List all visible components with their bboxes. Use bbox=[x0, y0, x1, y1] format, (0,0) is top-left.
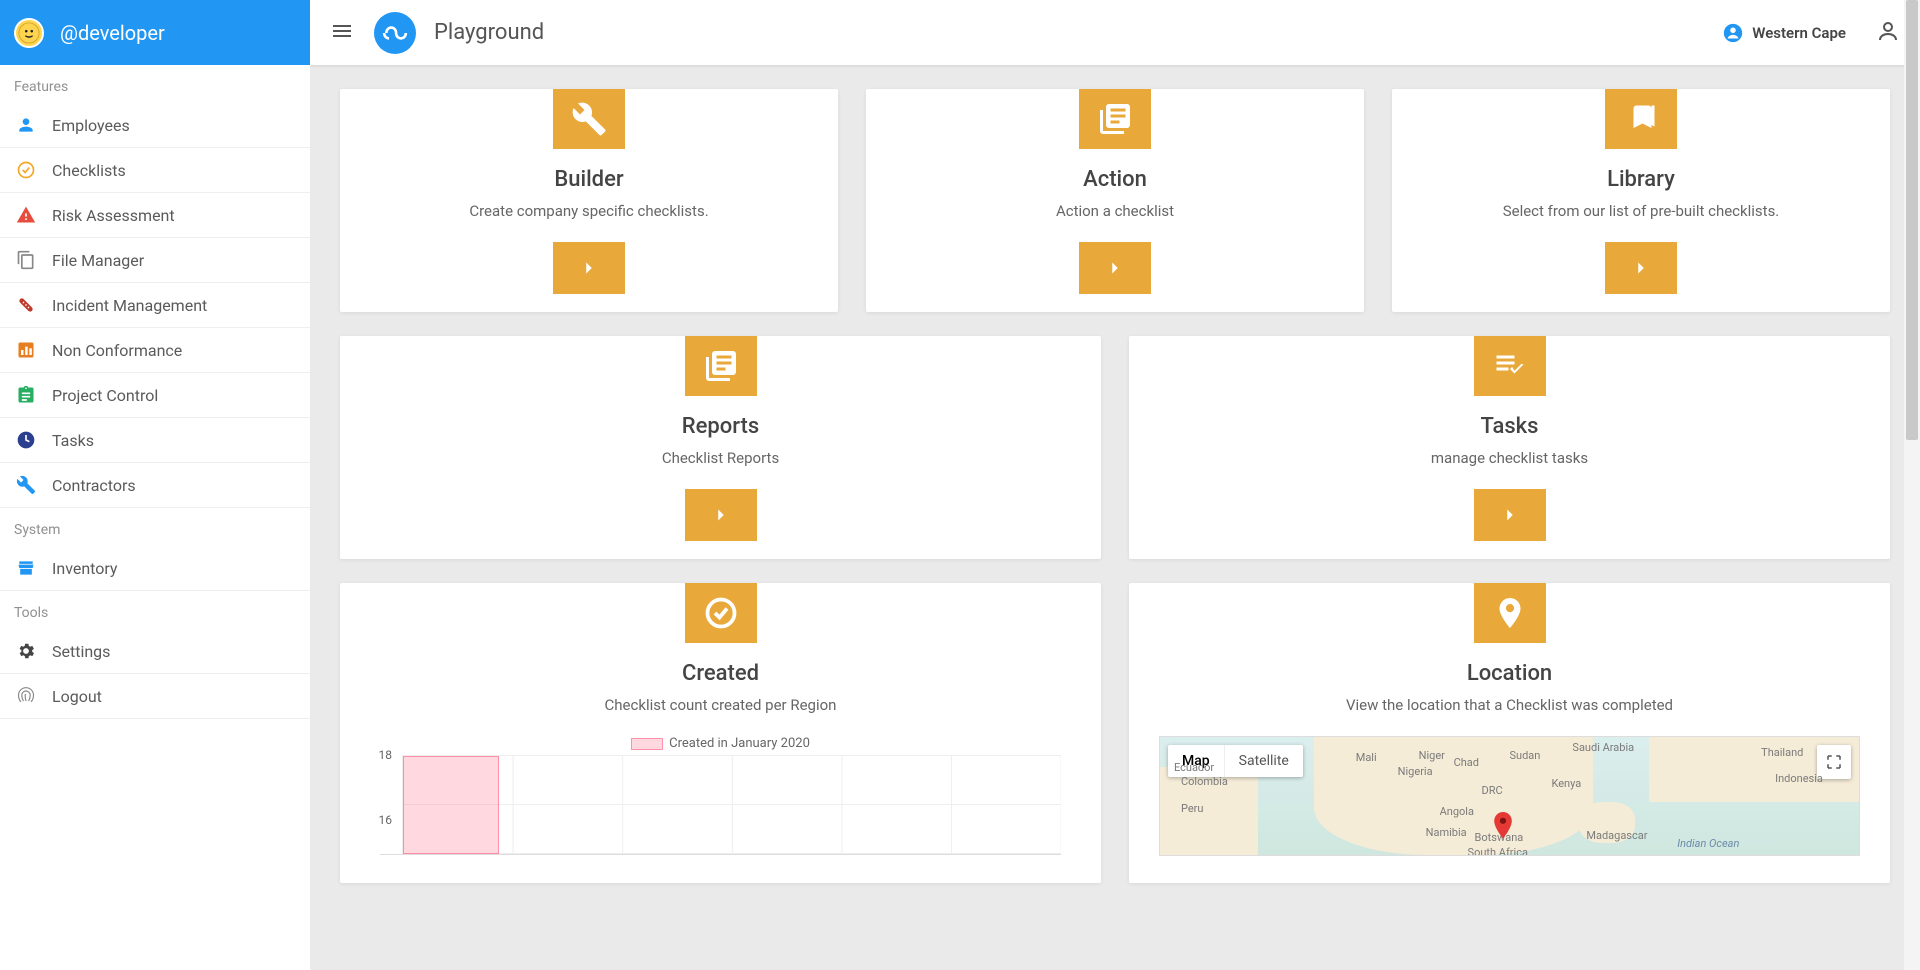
card-title: Location bbox=[1149, 661, 1870, 686]
card-desc: manage checklist tasks bbox=[1149, 449, 1870, 467]
location-selector[interactable]: Western Cape bbox=[1722, 22, 1846, 44]
sidebar-item-label: Incident Management bbox=[52, 296, 207, 315]
scrollbar-thumb[interactable] bbox=[1906, 0, 1918, 440]
sidebar-item-label: Logout bbox=[52, 687, 102, 706]
sidebar-header: @developer bbox=[0, 0, 310, 65]
sidebar-item-label: Employees bbox=[52, 116, 130, 135]
sidebar-item-label: Inventory bbox=[52, 559, 118, 578]
sidebar-item-label: Checklists bbox=[52, 161, 126, 180]
content: Builder Create company specific checklis… bbox=[310, 65, 1920, 970]
sidebar-item-label: Contractors bbox=[52, 476, 136, 495]
sidebar-item-settings[interactable]: Settings bbox=[0, 629, 310, 674]
fingerprint-icon bbox=[14, 684, 38, 708]
sidebar-item-checklists[interactable]: Checklists bbox=[0, 148, 310, 193]
created-chart: Created in January 2020 18 16 bbox=[360, 736, 1081, 865]
bookmarks-icon bbox=[1605, 89, 1677, 149]
card-desc: Action a checklist bbox=[886, 202, 1344, 220]
map[interactable]: Map Satellite Ecuador Colombia Peru Mali… bbox=[1159, 736, 1860, 856]
go-reports-button[interactable] bbox=[685, 489, 757, 541]
settings-icon bbox=[14, 639, 38, 663]
library-books-icon bbox=[1079, 89, 1151, 149]
card-title: Created bbox=[360, 661, 1081, 686]
section-features: Features bbox=[0, 65, 310, 103]
sidebar-item-files[interactable]: File Manager bbox=[0, 238, 310, 283]
go-tasks-button[interactable] bbox=[1474, 489, 1546, 541]
sidebar-item-label: Settings bbox=[52, 642, 110, 661]
card-title: Tasks bbox=[1149, 414, 1870, 439]
wrench-icon bbox=[14, 473, 38, 497]
account-circle-icon bbox=[1722, 22, 1744, 44]
chart-bars bbox=[402, 755, 1061, 854]
location-label: Western Cape bbox=[1752, 24, 1846, 42]
user-handle: @developer bbox=[60, 21, 165, 45]
card-desc: Select from our list of pre-built checkl… bbox=[1412, 202, 1870, 220]
user-avatar[interactable] bbox=[14, 18, 44, 48]
card-desc: View the location that a Checklist was c… bbox=[1149, 696, 1870, 714]
menu-button[interactable] bbox=[330, 19, 354, 47]
card-desc: Create company specific checklists. bbox=[360, 202, 818, 220]
sidebar-item-contractors[interactable]: Contractors bbox=[0, 463, 310, 508]
main: Playground Western Cape Builder Create c… bbox=[310, 0, 1920, 970]
go-builder-button[interactable] bbox=[553, 242, 625, 294]
card-library: Library Select from our list of pre-buil… bbox=[1392, 89, 1890, 312]
go-action-button[interactable] bbox=[1079, 242, 1151, 294]
map-marker[interactable] bbox=[1492, 812, 1514, 846]
topbar: Playground Western Cape bbox=[310, 0, 1920, 65]
library-books-icon bbox=[685, 336, 757, 396]
sidebar-item-label: File Manager bbox=[52, 251, 144, 270]
assignment-icon bbox=[14, 383, 38, 407]
section-system: System bbox=[0, 508, 310, 546]
clock-icon bbox=[14, 428, 38, 452]
sidebar-item-project[interactable]: Project Control bbox=[0, 373, 310, 418]
bandage-icon bbox=[14, 293, 38, 317]
card-location: Location View the location that a Checkl… bbox=[1129, 583, 1890, 883]
location-pin-icon bbox=[1474, 583, 1546, 643]
chart-y-axis: 18 16 bbox=[372, 755, 400, 854]
wrench-icon bbox=[553, 89, 625, 149]
app-logo bbox=[374, 12, 416, 54]
chart-legend: Created in January 2020 bbox=[380, 736, 1061, 751]
card-title: Action bbox=[886, 167, 1344, 192]
sidebar-item-label: Risk Assessment bbox=[52, 206, 175, 225]
go-library-button[interactable] bbox=[1605, 242, 1677, 294]
card-desc: Checklist count created per Region bbox=[360, 696, 1081, 714]
check-circle-icon bbox=[685, 583, 757, 643]
check-circle-icon bbox=[14, 158, 38, 182]
map-style-satellite[interactable]: Satellite bbox=[1224, 745, 1303, 777]
card-builder: Builder Create company specific checklis… bbox=[340, 89, 838, 312]
user-menu[interactable] bbox=[1876, 19, 1900, 47]
sidebar-item-label: Project Control bbox=[52, 386, 158, 405]
store-icon bbox=[14, 556, 38, 580]
scrollbar[interactable] bbox=[1904, 0, 1920, 970]
card-title: Reports bbox=[360, 414, 1081, 439]
chart-bar bbox=[403, 756, 499, 854]
card-reports: Reports Checklist Reports bbox=[340, 336, 1101, 559]
person-icon bbox=[14, 113, 38, 137]
sidebar-item-employees[interactable]: Employees bbox=[0, 103, 310, 148]
sidebar-item-label: Tasks bbox=[52, 431, 94, 450]
file-copy-icon bbox=[14, 248, 38, 272]
card-title: Library bbox=[1412, 167, 1870, 192]
sidebar-item-logout[interactable]: Logout bbox=[0, 674, 310, 719]
playlist-check-icon bbox=[1474, 336, 1546, 396]
sidebar-item-label: Non Conformance bbox=[52, 341, 182, 360]
warning-icon bbox=[14, 203, 38, 227]
card-created: Created Checklist count created per Regi… bbox=[340, 583, 1101, 883]
sidebar: @developer Features Employees Checklists… bbox=[0, 0, 310, 970]
sidebar-item-risk[interactable]: Risk Assessment bbox=[0, 193, 310, 238]
card-tasks: Tasks manage checklist tasks bbox=[1129, 336, 1890, 559]
section-tools: Tools bbox=[0, 591, 310, 629]
sidebar-item-noncon[interactable]: Non Conformance bbox=[0, 328, 310, 373]
bar-chart-icon bbox=[14, 338, 38, 362]
sidebar-item-inventory[interactable]: Inventory bbox=[0, 546, 310, 591]
card-action: Action Action a checklist bbox=[866, 89, 1364, 312]
page-title: Playground bbox=[434, 20, 544, 45]
card-desc: Checklist Reports bbox=[360, 449, 1081, 467]
sidebar-item-incident[interactable]: Incident Management bbox=[0, 283, 310, 328]
sidebar-item-tasks[interactable]: Tasks bbox=[0, 418, 310, 463]
card-title: Builder bbox=[360, 167, 818, 192]
